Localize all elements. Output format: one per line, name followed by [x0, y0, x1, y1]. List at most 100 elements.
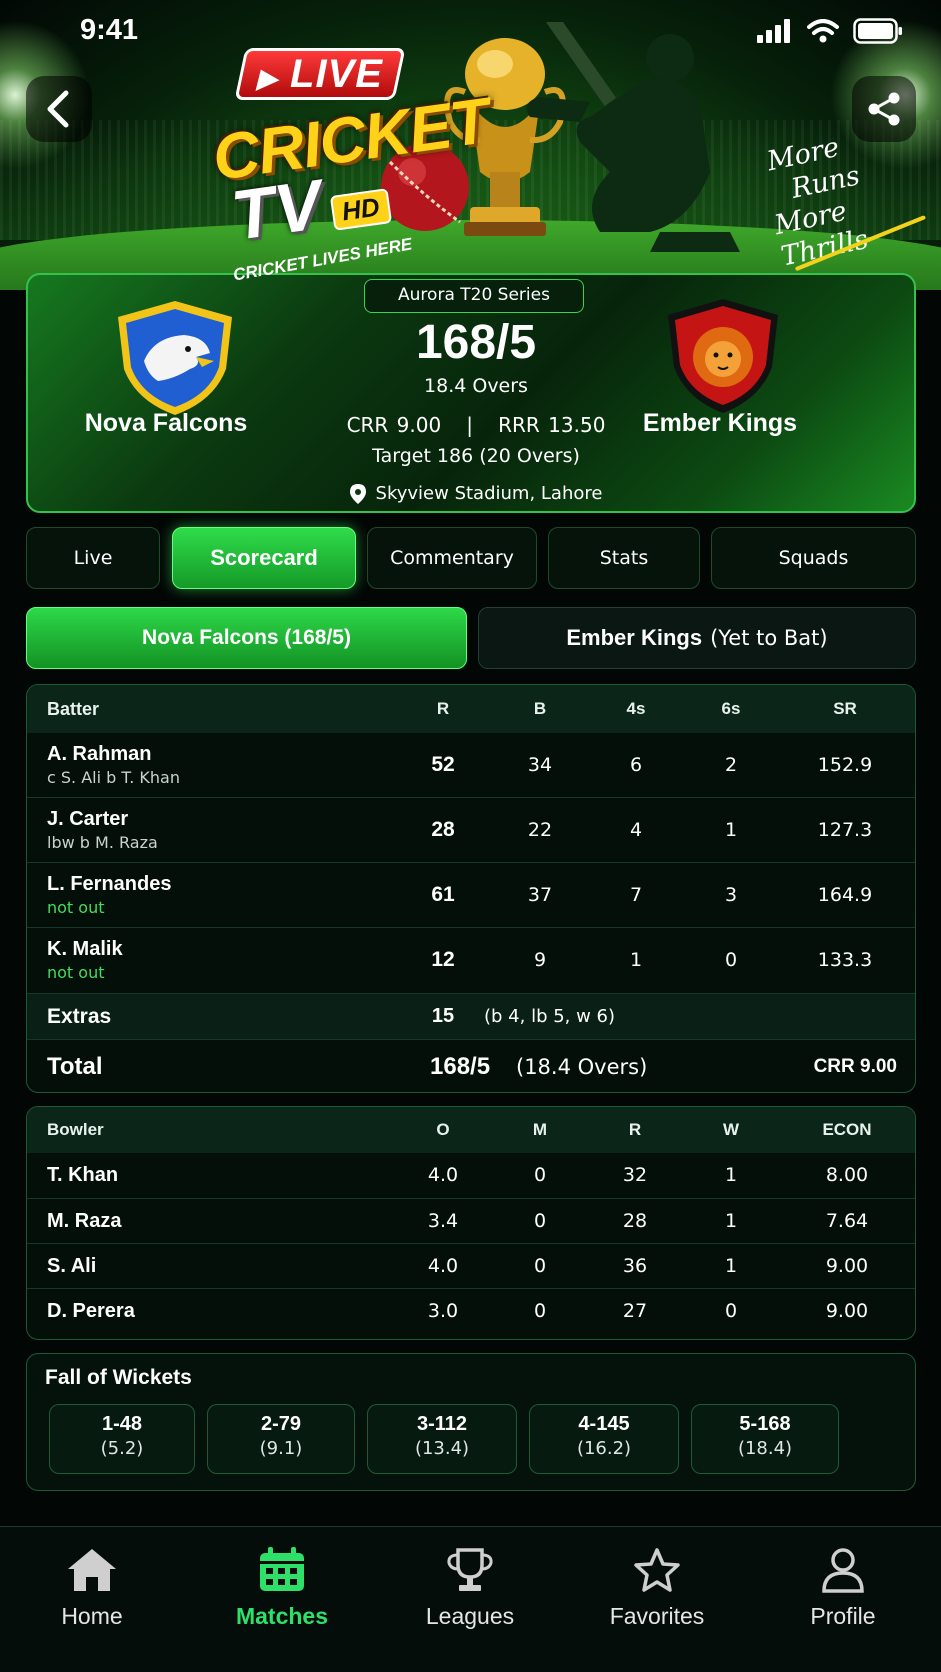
rate-divider: | — [466, 413, 474, 437]
tab-scorecard[interactable]: Scorecard — [172, 527, 356, 589]
match-tabs: Live Scorecard Commentary Stats Squads — [26, 527, 916, 589]
fow-over: (18.4) — [737, 1438, 793, 1459]
team-b-name: Ember Kings — [642, 409, 798, 437]
batter-sixes: 2 — [724, 754, 738, 776]
bowling-header: Bowler O M R W ECON — [27, 1107, 915, 1153]
venue-name: Skyview Stadium, Lahore — [375, 483, 603, 504]
batter-row[interactable]: L. Fernandes not out 61 37 7 3 164.9 — [27, 863, 915, 927]
tab-commentary[interactable]: Commentary — [367, 527, 537, 589]
batter-row[interactable]: J. Carter lbw b M. Raza 28 22 4 1 127.3 — [27, 798, 915, 862]
run-rates: CRR 9.00 | RRR 13.50 — [328, 413, 624, 437]
nav-leagues[interactable]: Leagues — [400, 1547, 540, 1630]
batting-scorecard: Batter R B 4s 6s SR A. Rahman c S. Ali b … — [26, 684, 916, 1093]
innings-tab-team-a[interactable]: Nova Falcons (168/5) — [26, 607, 467, 669]
batter-sixes: 1 — [724, 819, 738, 841]
bowler-runs: 36 — [622, 1255, 648, 1277]
fow-item: 3-112 (13.4) — [367, 1404, 517, 1474]
logo-tv-text: TV — [227, 165, 327, 255]
batter-name: J. Carter — [47, 808, 129, 830]
tab-squads[interactable]: Squads — [711, 527, 916, 589]
innings-tab-label: Nova Falcons (168/5) — [142, 626, 351, 649]
bowler-overs: 4.0 — [427, 1164, 459, 1186]
target-text: Target 186 (20 Overs) — [372, 445, 580, 467]
tab-stats[interactable]: Stats — [548, 527, 700, 589]
bowler-wickets: 1 — [724, 1255, 738, 1277]
bowler-row[interactable]: D. Perera 3.0 0 27 0 9.00 — [27, 1289, 915, 1333]
fow-over: (9.1) — [259, 1438, 303, 1459]
batter-runs: 61 — [431, 883, 455, 906]
nav-profile[interactable]: Profile — [773, 1547, 913, 1630]
nav-home[interactable]: Home — [22, 1547, 162, 1630]
rrr-value: RRR 13.50 — [498, 413, 606, 437]
batter-dismissal: not out — [47, 898, 105, 917]
batter-fours: 7 — [629, 884, 643, 906]
match-overs: 18.4 Overs — [424, 375, 528, 397]
nav-matches[interactable]: Matches — [212, 1547, 352, 1630]
bowler-overs: 4.0 — [427, 1255, 459, 1277]
batter-dismissal: lbw b M. Raza — [47, 833, 158, 852]
innings-tab-status: (Yet to Bat) — [710, 626, 828, 650]
batter-runs: 12 — [431, 948, 455, 971]
bowler-overs: 3.4 — [427, 1210, 459, 1232]
chevron-left-icon — [47, 90, 69, 128]
innings-tab-team-b[interactable]: Ember Kings (Yet to Bat) — [478, 607, 916, 669]
star-icon — [634, 1548, 680, 1592]
fow-wicket: 3-112 — [416, 1413, 468, 1435]
nav-favorites[interactable]: Favorites — [587, 1547, 727, 1630]
extras-row: Extras 15 (b 4, lb 5, w 6) — [27, 993, 915, 1039]
back-button[interactable] — [26, 76, 92, 142]
batter-strike-rate: 127.3 — [817, 819, 873, 841]
fow-item: 5-168 (18.4) — [691, 1404, 839, 1474]
batter-name: K. Malik — [47, 938, 123, 960]
bowler-row[interactable]: T. Khan 4.0 0 32 1 8.00 — [27, 1153, 915, 1197]
batter-strike-rate: 164.9 — [817, 884, 873, 906]
bowler-name: D. Perera — [47, 1299, 135, 1322]
fow-item: 1-48 (5.2) — [49, 1404, 195, 1474]
status-time: 9:41 — [80, 14, 139, 46]
fow-wicket: 4-145 — [578, 1413, 630, 1435]
bowler-row[interactable]: M. Raza 3.4 0 28 1 7.64 — [27, 1199, 915, 1243]
calendar-icon — [260, 1547, 304, 1591]
batter-balls: 9 — [533, 949, 547, 971]
location-pin-icon — [349, 483, 366, 504]
bowler-maidens: 0 — [533, 1300, 547, 1322]
bowler-wickets: 1 — [724, 1164, 738, 1186]
bowler-maidens: 0 — [533, 1210, 547, 1232]
batter-balls: 37 — [527, 884, 553, 906]
fow-item: 4-145 (16.2) — [529, 1404, 679, 1474]
bowler-economy: 9.00 — [825, 1300, 869, 1322]
fow-over: (5.2) — [100, 1438, 144, 1459]
fow-wicket: 2-79 — [260, 1413, 302, 1435]
fow-over: (16.2) — [576, 1438, 632, 1459]
bowler-runs: 32 — [622, 1164, 648, 1186]
logo-hd-badge: HD — [329, 188, 392, 231]
bowling-scorecard: Bowler O M R W ECON T. Khan 4.0 0 32 1 8… — [26, 1106, 916, 1340]
team-a-badge — [118, 301, 232, 415]
share-button[interactable] — [852, 76, 916, 142]
innings-tab-label: Ember Kings — [566, 625, 703, 650]
crr-value: CRR 9.00 — [346, 413, 442, 437]
total-score: 168/5 — [430, 1053, 491, 1080]
status-bar: 9:41 — [0, 0, 941, 60]
wifi-icon — [807, 19, 839, 43]
batting-header: Batter R B 4s 6s SR — [27, 685, 915, 733]
total-overs: (18.4 Overs) — [516, 1055, 648, 1079]
fow-title: Fall of Wickets — [45, 1366, 192, 1389]
batter-row[interactable]: A. Rahman c S. Ali b T. Khan 52 34 6 2 15… — [27, 733, 915, 797]
batter-dismissal: c S. Ali b T. Khan — [47, 768, 180, 787]
bowler-name: S. Ali — [47, 1254, 97, 1277]
batter-balls: 34 — [527, 754, 553, 776]
match-summary-card: Aurora T20 Series Nova Falcons 168/5 18.… — [26, 273, 916, 513]
fow-wicket: 1-48 — [101, 1413, 143, 1435]
fow-over: (13.4) — [414, 1438, 470, 1459]
bowler-row[interactable]: S. Ali 4.0 0 36 1 9.00 — [27, 1244, 915, 1288]
extras-value: 15 — [431, 1005, 455, 1027]
batter-row[interactable]: K. Malik not out 12 9 1 0 133.3 — [27, 928, 915, 992]
batter-runs: 52 — [431, 753, 455, 776]
batter-strike-rate: 133.3 — [817, 949, 873, 971]
batter-sixes: 3 — [724, 884, 738, 906]
batter-name: A. Rahman — [47, 743, 152, 765]
tab-live[interactable]: Live — [26, 527, 160, 589]
batter-balls: 22 — [527, 819, 553, 841]
extras-detail: (b 4, lb 5, w 6) — [484, 1006, 616, 1027]
